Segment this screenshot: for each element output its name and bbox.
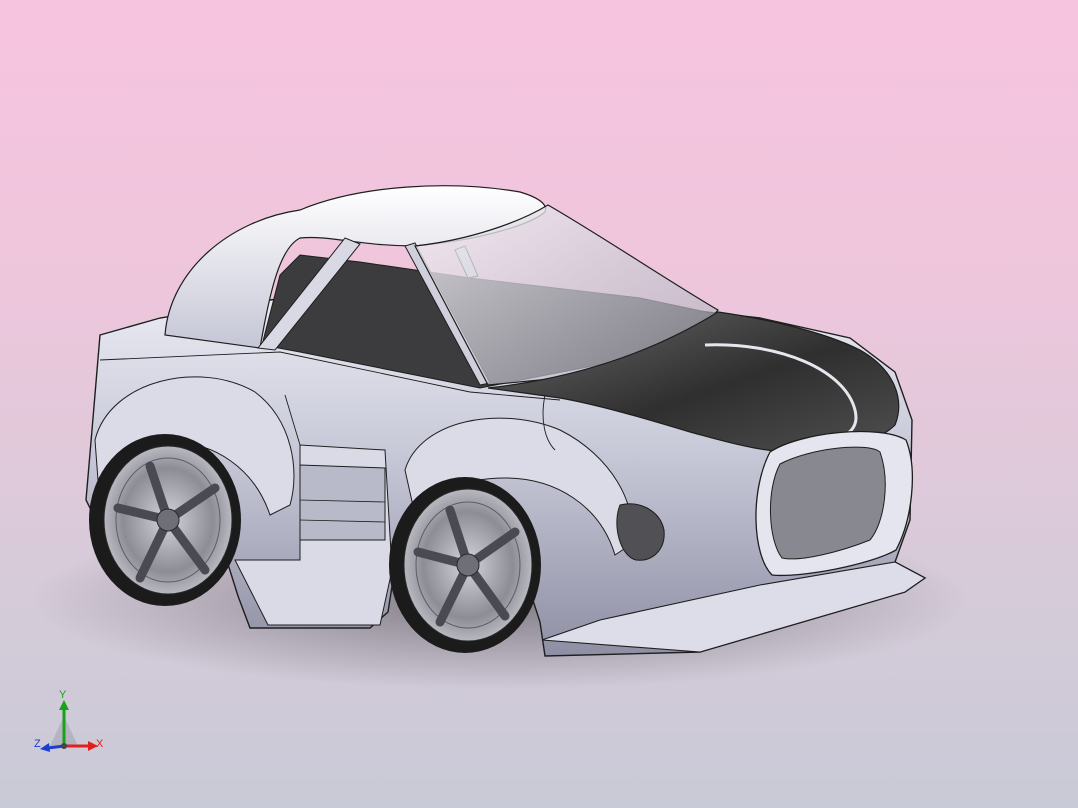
car-model[interactable] [0,0,1078,808]
side-intake-panel [299,464,386,541]
reference-triad: X Y Z [30,686,110,758]
x-axis-label: X [96,738,104,750]
z-axis-arrow [40,743,50,752]
rear-wheel[interactable] [89,434,241,606]
y-axis-label: Y [59,689,67,701]
front-wheel[interactable] [389,477,541,653]
z-axis-label: Z [34,738,41,750]
y-axis-arrow [59,700,69,710]
graphics-area[interactable]: X Y Z [0,0,1078,808]
